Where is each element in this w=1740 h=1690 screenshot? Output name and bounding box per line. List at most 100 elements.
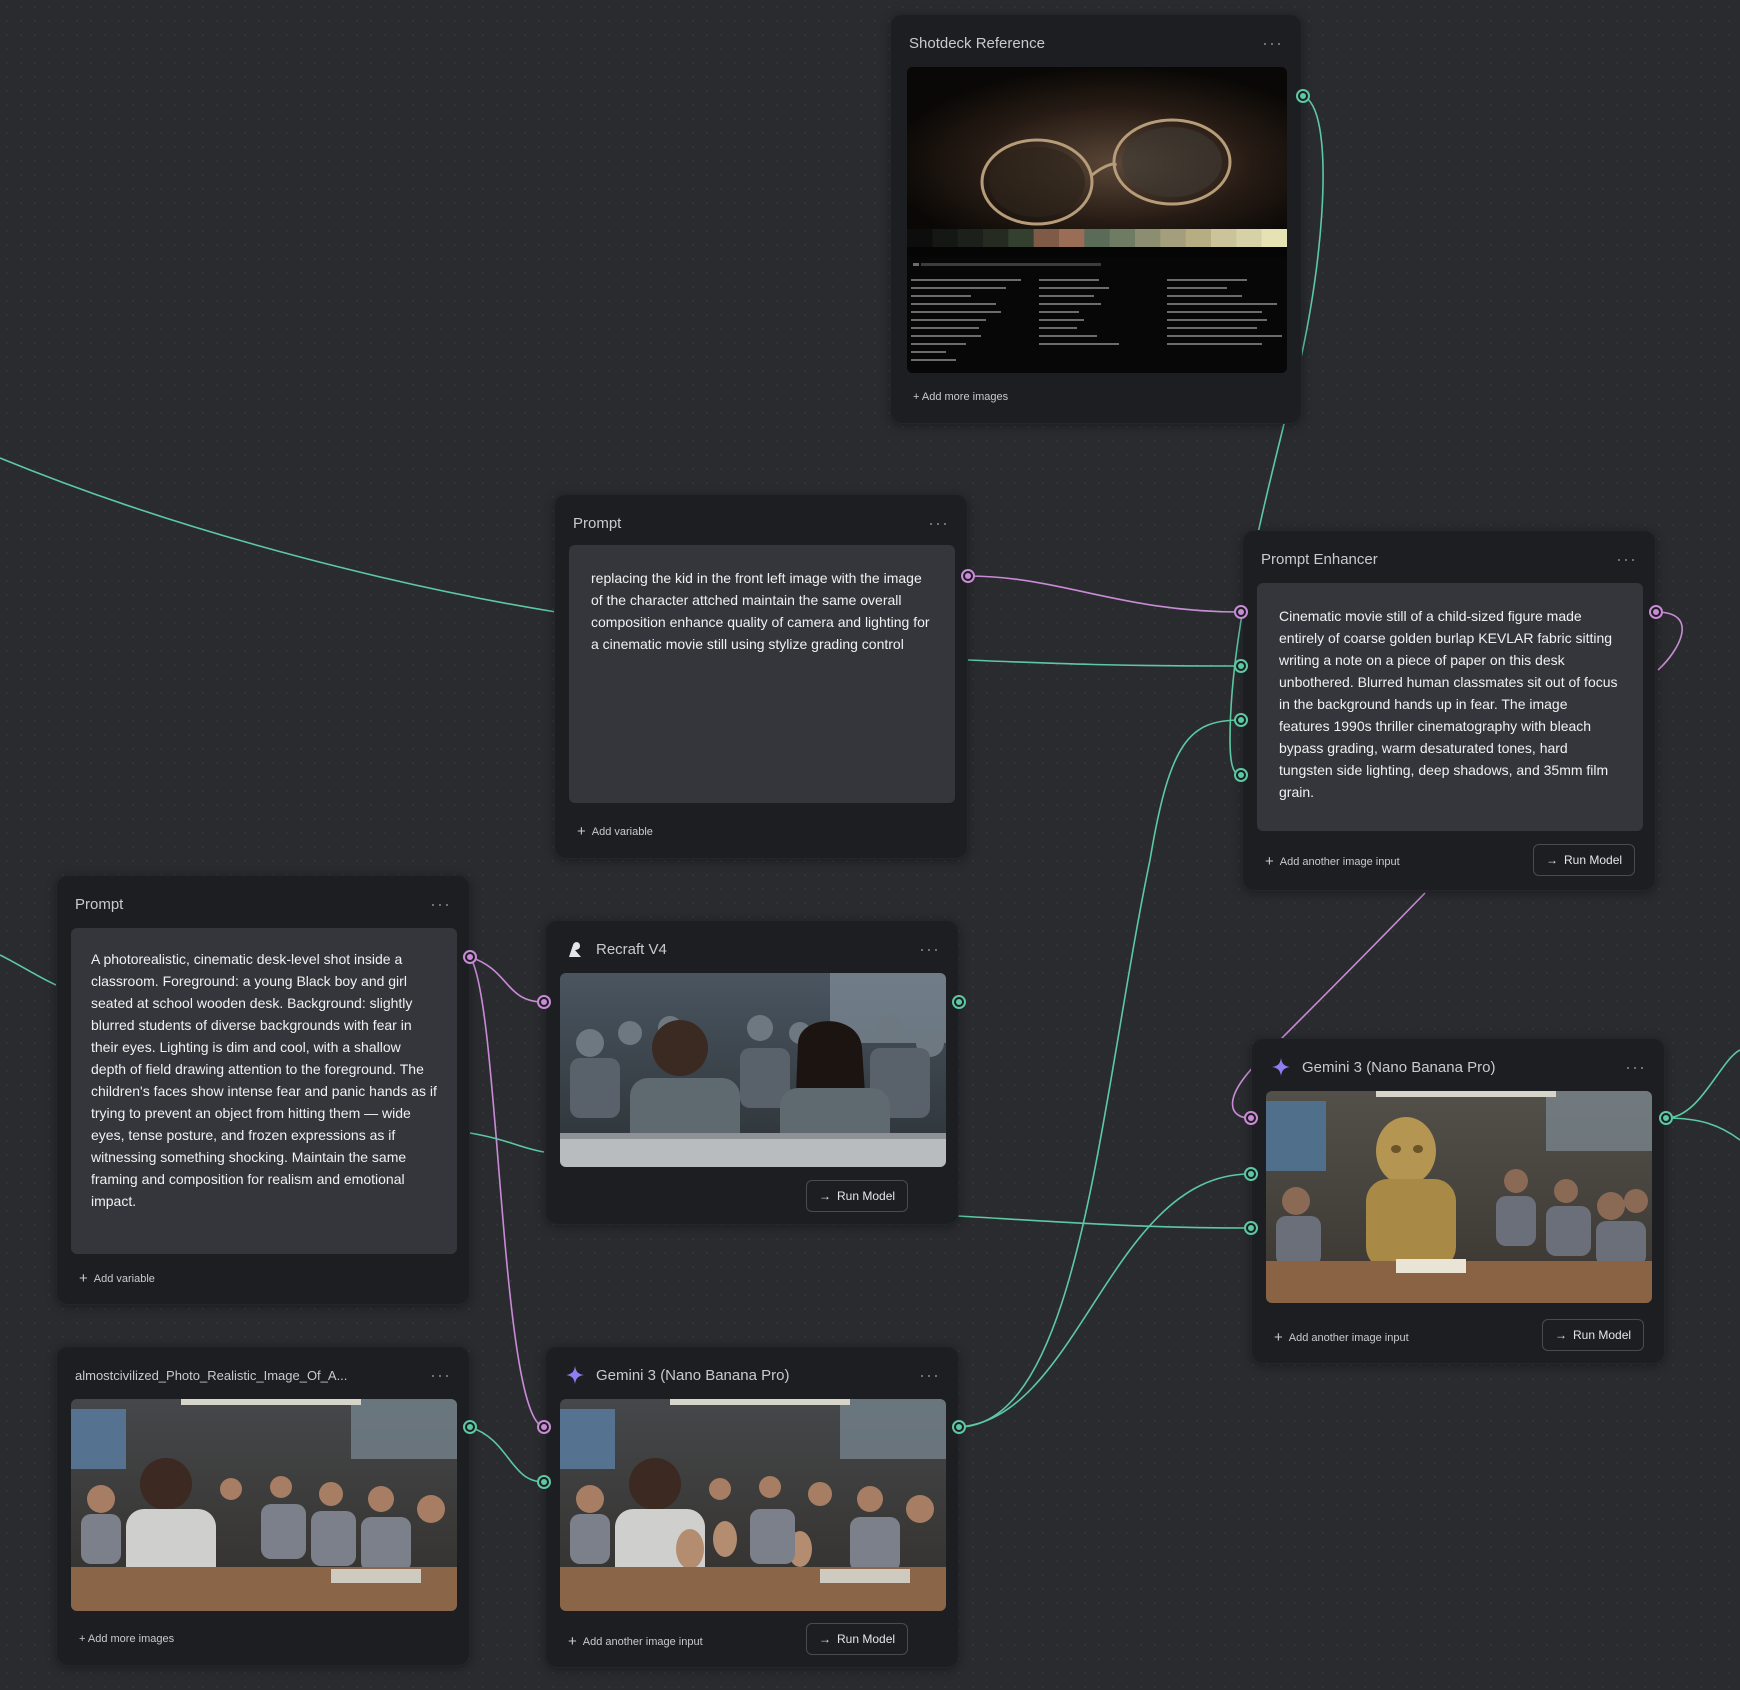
palette-swatch <box>1160 229 1187 247</box>
recraft-logo-icon <box>564 938 586 960</box>
palette-swatch <box>1211 229 1237 247</box>
node-menu-button[interactable]: ··· <box>1625 1057 1646 1078</box>
node-menu-button[interactable]: ··· <box>430 894 451 915</box>
prompt-left-text-output-port[interactable] <box>463 950 477 964</box>
prompt-node-left[interactable]: Prompt ··· A photorealistic, cinematic d… <box>56 875 470 1305</box>
edge-promptleft-to-recraft-green <box>469 1132 545 1153</box>
prompt-top-text-output-port[interactable] <box>961 569 975 583</box>
gemini-node-bottom[interactable]: Gemini 3 (Nano Banana Pro) ··· + Add ano… <box>545 1346 959 1668</box>
node-menu-button[interactable]: ··· <box>919 939 940 960</box>
input-image[interactable] <box>71 1399 457 1611</box>
image-input-node[interactable]: almostcivilized_Photo_Realistic_Image_Of… <box>56 1346 470 1666</box>
add-image-input-label: Add another image input <box>1279 855 1400 868</box>
run-model-button[interactable]: → Run Model <box>806 1180 909 1212</box>
palette-swatch <box>1008 229 1035 247</box>
add-more-images-link[interactable]: + Add more images <box>913 391 1008 403</box>
enhancer-image-input-port-1[interactable] <box>1234 659 1248 673</box>
shotdeck-output-port[interactable] <box>1296 89 1310 103</box>
edge-image-to-gembottom <box>469 1426 545 1483</box>
palette-swatch <box>957 229 984 247</box>
edge-promptleft-to-recraft <box>469 956 545 1003</box>
image-input-output-port[interactable] <box>463 1420 477 1434</box>
add-image-input-button[interactable]: + Add another image input <box>1265 853 1400 870</box>
enhancer-prompt-input-port[interactable] <box>1234 605 1248 619</box>
palette-swatch <box>1261 229 1287 247</box>
arrow-right-icon: → <box>1555 1328 1567 1342</box>
gemini-sparkle-icon <box>564 1364 586 1386</box>
gemini-bottom-prompt-input-port[interactable] <box>537 1420 551 1434</box>
node-header[interactable]: almostcivilized_Photo_Realistic_Image_Of… <box>57 1347 469 1403</box>
add-image-input-button[interactable]: + Add another image input <box>1274 1329 1409 1346</box>
gemini-output-image[interactable] <box>1266 1091 1652 1303</box>
node-title: almostcivilized_Photo_Realistic_Image_Of… <box>75 1367 348 1383</box>
run-model-label: Run Model <box>1573 1328 1632 1342</box>
enhanced-prompt-text-area[interactable]: Cinematic movie still of a child-sized f… <box>1257 583 1643 831</box>
add-variable-button[interactable]: + Add variable <box>79 1270 155 1287</box>
prompt-node-top[interactable]: Prompt ··· replacing the kid in the fron… <box>554 494 968 859</box>
enhancer-image-input-port-3[interactable] <box>1234 768 1248 782</box>
color-palette-strip <box>907 229 1287 247</box>
run-model-button[interactable]: → Run Model <box>1533 844 1636 876</box>
node-header[interactable]: Prompt ··· <box>555 495 967 551</box>
gemini-right-image-input-port-2[interactable] <box>1244 1221 1258 1235</box>
palette-swatch <box>1109 229 1136 247</box>
recraft-image-output-port[interactable] <box>952 995 966 1009</box>
edge-promptleft-to-gembottom <box>469 956 545 1428</box>
run-model-button[interactable]: → Run Model <box>806 1623 909 1655</box>
node-header[interactable]: Gemini 3 (Nano Banana Pro) ··· <box>546 1347 958 1403</box>
gemini-output-image[interactable] <box>560 1399 946 1611</box>
plus-icon: + <box>577 823 586 840</box>
node-header[interactable]: Shotdeck Reference ··· <box>891 15 1301 71</box>
node-header[interactable]: Prompt ··· <box>57 876 469 932</box>
add-variable-label: Add variable <box>93 1272 155 1285</box>
add-more-images-link[interactable]: + Add more images <box>79 1633 174 1645</box>
node-menu-button[interactable]: ··· <box>430 1365 451 1386</box>
node-header[interactable]: Prompt Enhancer ··· <box>1243 531 1655 587</box>
node-title: Prompt Enhancer <box>1261 550 1378 568</box>
arrow-right-icon: → <box>819 1632 831 1646</box>
node-header[interactable]: Recraft V4 ··· <box>546 921 958 977</box>
gemini-bottom-image-output-port[interactable] <box>952 1420 966 1434</box>
add-image-input-button[interactable]: + Add another image input <box>568 1633 703 1650</box>
recraft-prompt-input-port[interactable] <box>537 995 551 1009</box>
add-more-images-label: + Add more images <box>79 1633 175 1645</box>
gemini-right-image-output-port[interactable] <box>1659 1111 1673 1125</box>
arrow-right-icon: → <box>1546 853 1558 867</box>
node-menu-button[interactable]: ··· <box>1262 33 1283 54</box>
shotdeck-reference-node[interactable]: Shotdeck Reference ··· + Add more images <box>890 14 1302 424</box>
gemini-bottom-image-input-port[interactable] <box>537 1475 551 1489</box>
recraft-v4-node[interactable]: Recraft V4 ··· → Run Model <box>545 920 959 1225</box>
node-title: Prompt <box>573 514 622 532</box>
prompt-text-area[interactable]: A photorealistic, cinematic desk-level s… <box>71 928 457 1254</box>
run-model-button[interactable]: → Run Model <box>1542 1319 1645 1351</box>
node-menu-button[interactable]: ··· <box>1616 549 1637 570</box>
add-variable-button[interactable]: + Add variable <box>577 823 653 840</box>
prompt-text-area[interactable]: replacing the kid in the front left imag… <box>569 545 955 803</box>
node-menu-button[interactable]: ··· <box>919 1365 940 1386</box>
gemini-right-prompt-input-port[interactable] <box>1244 1111 1258 1125</box>
node-menu-button[interactable]: ··· <box>928 513 949 534</box>
palette-swatch <box>1033 229 1060 247</box>
palette-swatch <box>1084 229 1111 247</box>
node-title: Gemini 3 (Nano Banana Pro) <box>596 1366 790 1384</box>
run-model-label: Run Model <box>837 1632 896 1646</box>
add-image-input-label: Add another image input <box>1288 1331 1409 1344</box>
edge-offscreen-to-prompt-left <box>0 954 57 986</box>
shotdeck-frame-illustration <box>907 67 1287 373</box>
palette-swatch <box>1059 229 1085 247</box>
node-title: Shotdeck Reference <box>909 34 1045 52</box>
enhancer-image-input-port-2[interactable] <box>1234 713 1248 727</box>
edge-gembottom-to-gemright <box>957 1173 1251 1428</box>
prompt-enhancer-node[interactable]: Prompt Enhancer ··· Cinematic movie stil… <box>1242 530 1656 891</box>
classroom-children-illustration <box>71 1399 457 1611</box>
recraft-output-image[interactable] <box>560 973 946 1167</box>
gemini-right-image-input-port-1[interactable] <box>1244 1167 1258 1181</box>
edge-recraft-to-gemright <box>957 1215 1251 1229</box>
add-image-input-label: Add another image input <box>582 1635 703 1648</box>
enhancer-text-output-port[interactable] <box>1649 605 1663 619</box>
palette-swatch <box>983 229 1009 247</box>
plus-icon: + <box>79 1270 88 1287</box>
edge-gemright-out-2 <box>1665 1117 1740 1141</box>
gemini-node-right[interactable]: Gemini 3 (Nano Banana Pro) ··· + Add ano… <box>1251 1038 1665 1364</box>
node-header[interactable]: Gemini 3 (Nano Banana Pro) ··· <box>1252 1039 1664 1095</box>
